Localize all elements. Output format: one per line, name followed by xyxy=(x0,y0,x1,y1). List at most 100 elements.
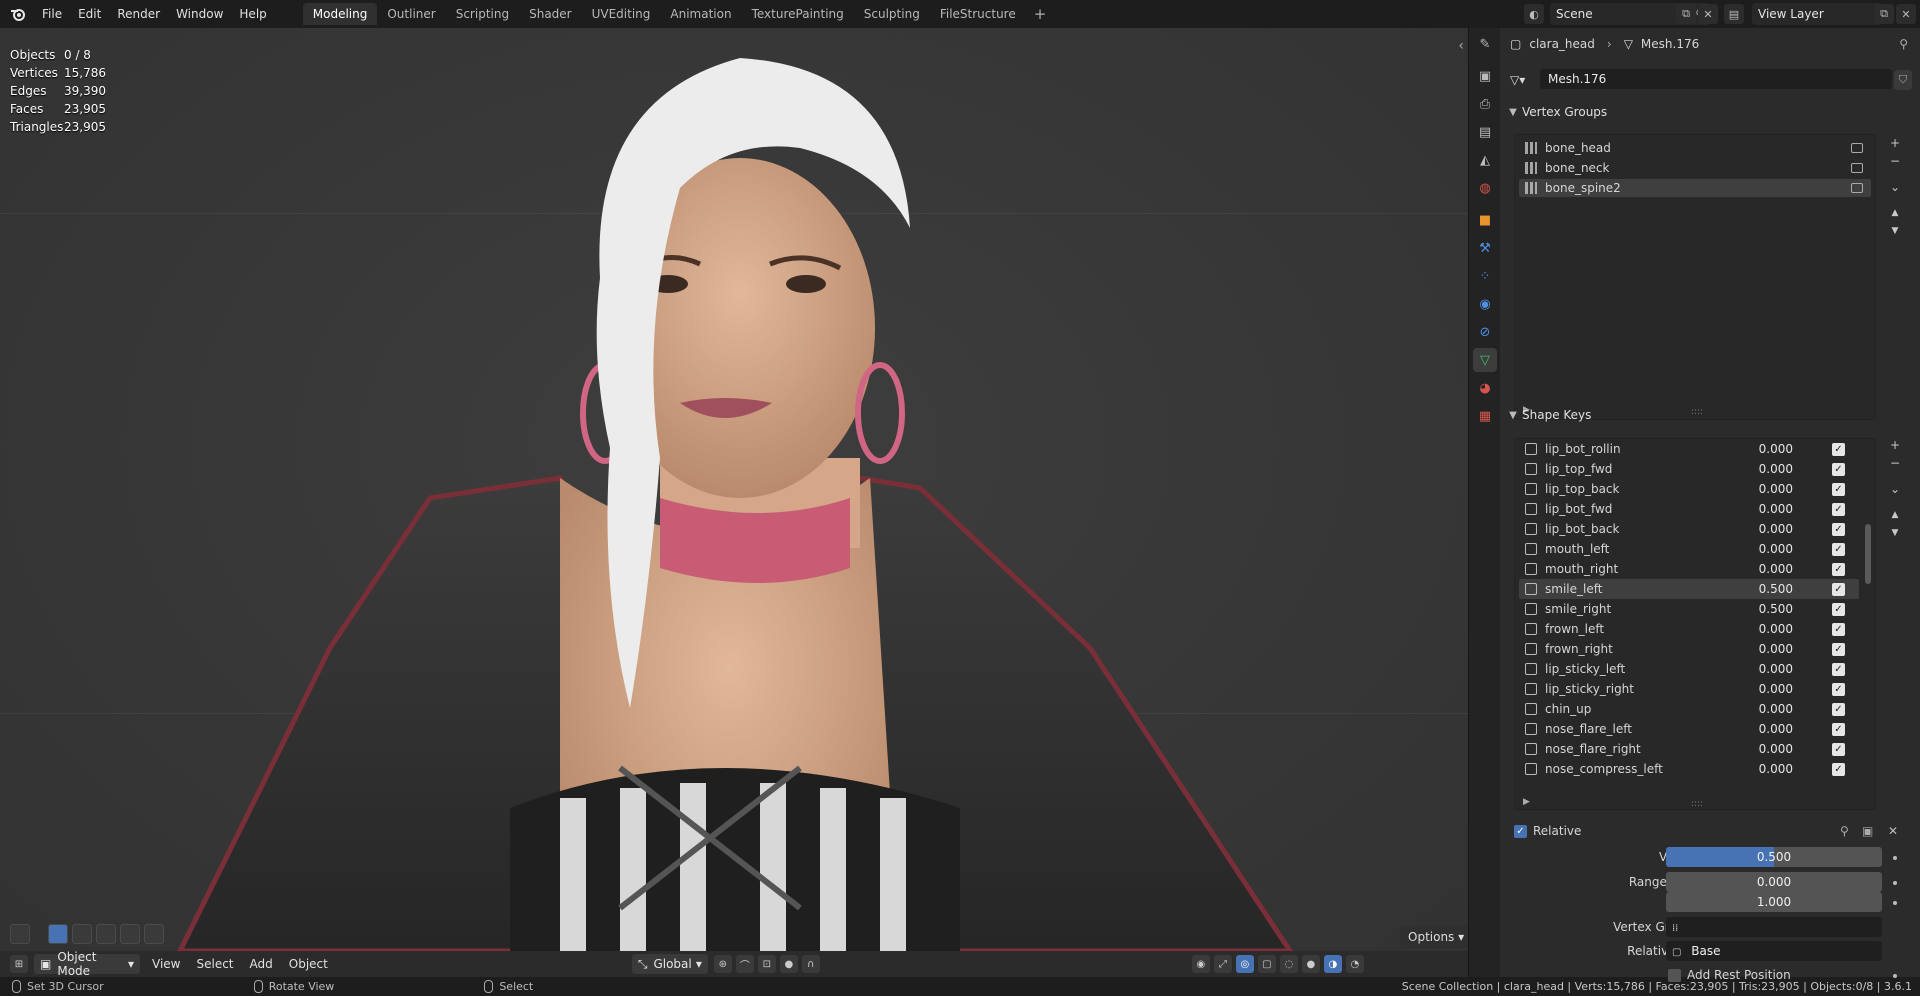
keyframe-dot-icon[interactable] xyxy=(1893,881,1897,885)
solid-shading-icon[interactable]: ● xyxy=(1301,955,1320,973)
mute-checkbox[interactable]: ✓ xyxy=(1832,542,1845,556)
new-scene-icon[interactable]: ⧉ xyxy=(1676,4,1696,24)
shape-key-value[interactable]: 0.000 xyxy=(1759,522,1793,536)
menu-edit[interactable]: Edit xyxy=(70,2,109,26)
xray-icon[interactable]: ▢ xyxy=(1257,955,1276,973)
shape-key-value[interactable]: 0.000 xyxy=(1759,622,1793,636)
shape-key-value[interactable]: 0.000 xyxy=(1759,762,1793,776)
mute-checkbox[interactable]: ✓ xyxy=(1832,502,1845,516)
list-item[interactable]: nose_compress_left 0.000 ✓ xyxy=(1519,759,1859,779)
world-tab-icon[interactable]: ◍ xyxy=(1473,176,1497,200)
pin-icon[interactable]: ⚲ xyxy=(1840,824,1849,838)
orientation-dropdown[interactable]: ⤡ Global ▾ xyxy=(631,954,708,974)
shape-key-value[interactable]: 0.000 xyxy=(1759,442,1793,456)
list-item-selected[interactable]: smile_left 0.500 ✓ xyxy=(1519,579,1859,599)
keyframe-dot-icon[interactable] xyxy=(1893,901,1897,905)
max-field[interactable]: 1.000 xyxy=(1666,892,1882,912)
shape-key-specials-icon[interactable]: ⌄ xyxy=(1886,480,1904,498)
move-down-icon[interactable]: ▼ xyxy=(1886,222,1904,240)
list-item[interactable]: lip_sticky_right 0.000 ✓ xyxy=(1519,679,1859,699)
modifier-tab-icon[interactable]: ⚒ xyxy=(1473,236,1497,260)
constraints-tab-icon[interactable]: ⊘ xyxy=(1473,320,1497,344)
tab-filestructure[interactable]: FileStructure xyxy=(930,3,1026,25)
tool-tab-icon[interactable]: ✎ xyxy=(1473,32,1497,56)
menu-select[interactable]: Select xyxy=(188,957,241,971)
editor-type-icon[interactable]: ⊞ xyxy=(10,955,28,973)
cursor-tool-icon[interactable] xyxy=(10,924,30,944)
select-intersect-icon[interactable] xyxy=(144,924,164,944)
fake-user-icon[interactable]: ⛉ xyxy=(1894,70,1912,90)
new-view-layer-icon[interactable]: ⧉ xyxy=(1874,4,1894,24)
tab-outliner[interactable]: Outliner xyxy=(377,3,445,25)
render-tab-icon[interactable]: ▣ xyxy=(1473,64,1497,88)
list-item[interactable]: lip_bot_fwd 0.000 ✓ xyxy=(1519,499,1859,519)
add-vertex-group-button[interactable]: + xyxy=(1886,134,1904,152)
proportional-edit-icon[interactable]: ● xyxy=(779,955,798,973)
relative-checkbox[interactable]: ✓ xyxy=(1514,824,1527,838)
mesh-name-field[interactable]: Mesh.176 xyxy=(1540,69,1892,89)
clear-weights-icon[interactable]: ✕ xyxy=(1888,824,1898,838)
falloff-icon[interactable]: ∩ xyxy=(801,955,820,973)
move-up-icon[interactable]: ▲ xyxy=(1886,204,1904,222)
mute-checkbox[interactable]: ✓ xyxy=(1832,762,1845,776)
particles-tab-icon[interactable]: ⁘ xyxy=(1473,264,1497,288)
mute-checkbox[interactable]: ✓ xyxy=(1832,562,1845,576)
shape-key-value[interactable]: 0.000 xyxy=(1759,662,1793,676)
add-shape-key-button[interactable]: + xyxy=(1886,436,1904,454)
mute-checkbox[interactable]: ✓ xyxy=(1832,702,1845,716)
remove-shape-key-button[interactable]: − xyxy=(1886,454,1904,472)
tab-sculpting[interactable]: Sculpting xyxy=(854,3,930,25)
value-slider[interactable]: 0.500 xyxy=(1666,847,1882,867)
menu-object[interactable]: Object xyxy=(281,957,336,971)
delete-scene-icon[interactable]: ✕ xyxy=(1698,4,1718,24)
mute-checkbox[interactable]: ✓ xyxy=(1832,582,1845,596)
list-item[interactable]: smile_right 0.500 ✓ xyxy=(1519,599,1859,619)
shape-key-value[interactable]: 0.000 xyxy=(1759,642,1793,656)
list-item[interactable]: nose_flare_right 0.000 ✓ xyxy=(1519,739,1859,759)
view-layer-icon[interactable]: ▤ xyxy=(1724,4,1744,24)
list-item[interactable]: bone_neck xyxy=(1519,159,1871,177)
add-rest-position-toggle[interactable]: Add Rest Position xyxy=(1668,968,1791,982)
keyframe-dot-icon[interactable] xyxy=(1893,974,1897,978)
mute-checkbox[interactable]: ✓ xyxy=(1832,682,1845,696)
list-item[interactable]: lip_bot_rollin 0.000 ✓ xyxy=(1519,439,1859,459)
texture-tab-icon[interactable]: ▦ xyxy=(1473,404,1497,428)
lock-icon[interactable] xyxy=(1851,183,1863,193)
lock-icon[interactable] xyxy=(1851,163,1863,173)
mute-checkbox[interactable]: ✓ xyxy=(1832,442,1845,456)
menu-view[interactable]: View xyxy=(144,957,188,971)
shape-key-value[interactable]: 0.000 xyxy=(1759,722,1793,736)
tab-texturepainting[interactable]: TexturePainting xyxy=(742,3,854,25)
delete-view-layer-icon[interactable]: ✕ xyxy=(1896,4,1916,24)
gizmo-icon[interactable]: ⤢ xyxy=(1213,955,1232,973)
lock-icon[interactable] xyxy=(1851,143,1863,153)
rendered-shading-icon[interactable]: ◔ xyxy=(1345,955,1364,973)
add-rest-position-checkbox[interactable] xyxy=(1668,968,1681,982)
list-item[interactable]: bone_head xyxy=(1519,139,1871,157)
tab-shader[interactable]: Shader xyxy=(519,3,582,25)
shape-key-value[interactable]: 0.000 xyxy=(1759,542,1793,556)
overlays-icon[interactable]: ◎ xyxy=(1235,955,1254,973)
menu-render[interactable]: Render xyxy=(109,2,168,26)
scene-type-icon[interactable]: ◐ xyxy=(1524,4,1544,24)
keyframe-dot-icon[interactable] xyxy=(1893,856,1897,860)
tab-uvediting[interactable]: UVEditing xyxy=(582,3,661,25)
shape-key-value[interactable]: 0.500 xyxy=(1759,582,1793,596)
physics-tab-icon[interactable]: ◉ xyxy=(1473,292,1497,316)
mute-checkbox[interactable]: ✓ xyxy=(1832,722,1845,736)
resize-grip-icon[interactable]: :::: xyxy=(1691,799,1703,809)
vertex-group-list[interactable]: bone_head bone_neck bone_spine2 ▶ :::: xyxy=(1514,134,1876,420)
vertex-groups-header[interactable]: ▼ Vertex Groups xyxy=(1504,100,1916,124)
mute-checkbox[interactable]: ✓ xyxy=(1832,482,1845,496)
view-layer-tab-icon[interactable]: ▤ xyxy=(1473,120,1497,144)
list-item[interactable]: frown_right 0.000 ✓ xyxy=(1519,639,1859,659)
menu-window[interactable]: Window xyxy=(168,2,231,26)
material-tab-icon[interactable]: ◕ xyxy=(1473,376,1497,400)
shape-key-value[interactable]: 0.000 xyxy=(1759,562,1793,576)
shape-key-value[interactable]: 0.000 xyxy=(1759,482,1793,496)
menu-add[interactable]: Add xyxy=(242,957,281,971)
blender-logo-icon[interactable] xyxy=(8,4,28,24)
list-item[interactable]: nose_flare_left 0.000 ✓ xyxy=(1519,719,1859,739)
filter-expand-icon[interactable]: ▶ xyxy=(1523,797,1530,807)
list-item[interactable]: mouth_left 0.000 ✓ xyxy=(1519,539,1859,559)
